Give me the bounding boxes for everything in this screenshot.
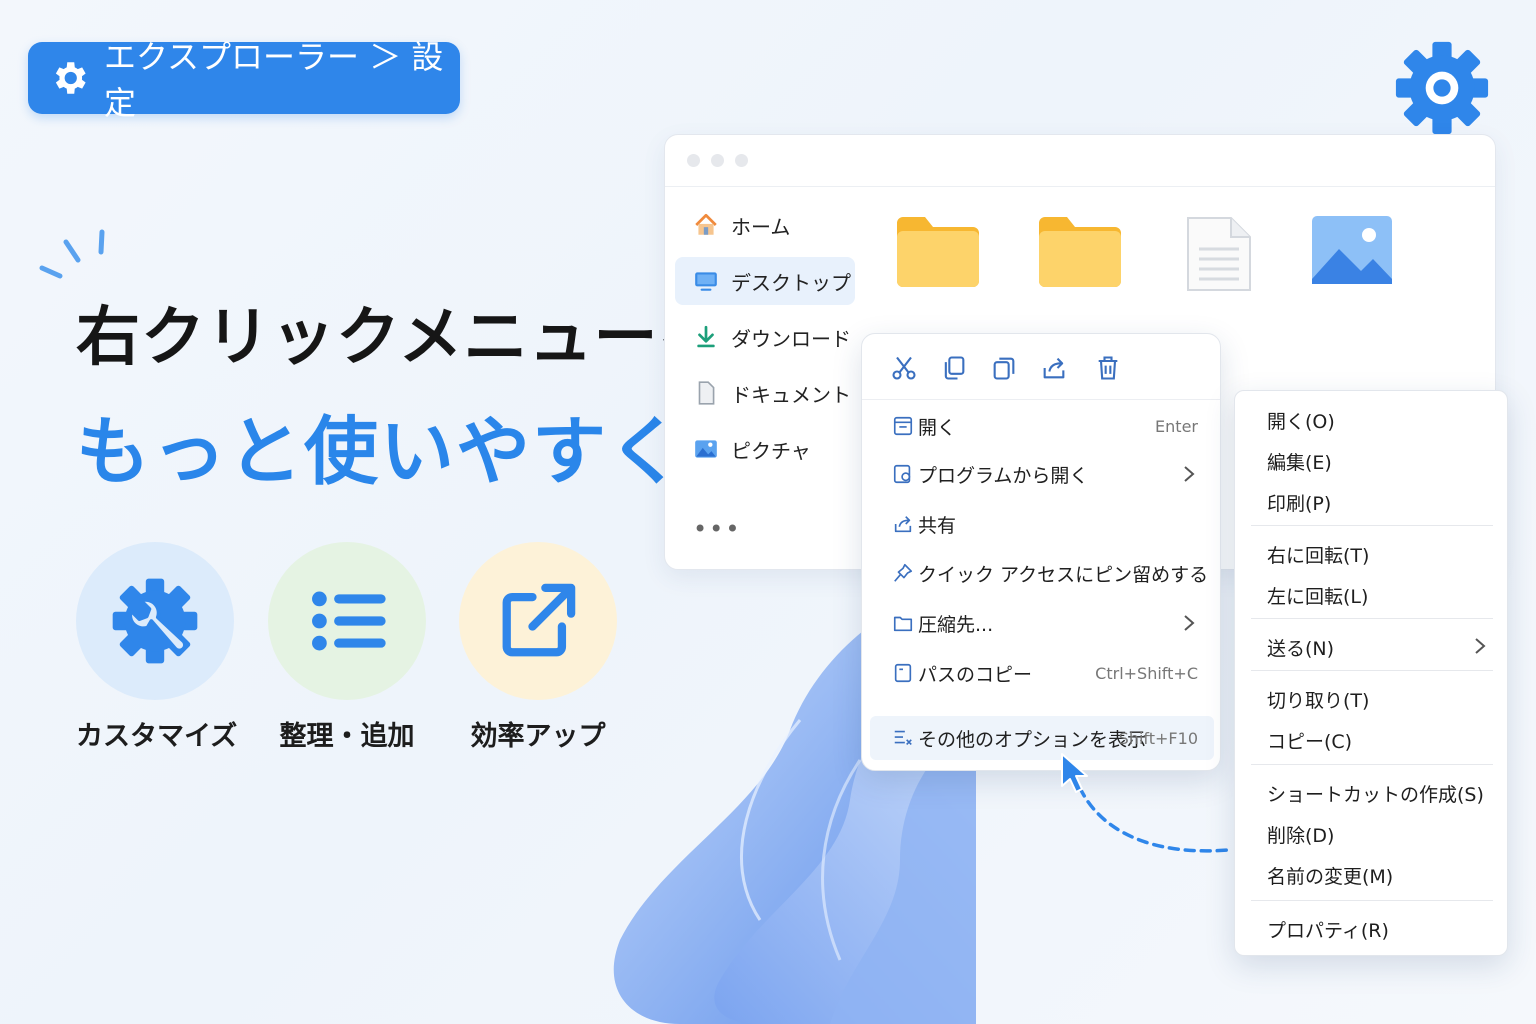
cut-icon[interactable] (890, 354, 918, 382)
list-icon (312, 591, 386, 651)
menu-item-label: プログラムから開く (918, 464, 1089, 487)
external-link-icon (502, 583, 576, 657)
mouse-cursor-icon (1061, 753, 1088, 793)
feature-organize-label: 整理・追加 (279, 721, 415, 752)
more-options-icon (894, 730, 912, 746)
menu-separator (1251, 764, 1493, 765)
headline-line-1: 右クリックメニューを (76, 301, 724, 375)
menu-item-label: パスのコピー (918, 663, 1033, 686)
headline-line-2: もっと使いやすく！ (76, 409, 760, 495)
copy-path-icon (894, 663, 912, 683)
classic-item-cut[interactable]: 切り取り(T) (1267, 686, 1369, 713)
share-icon (894, 516, 912, 533)
context-menu-toolbar (862, 334, 1220, 400)
gear-wrench-icon (112, 578, 198, 664)
sidebar-item-label: ダウンロード (731, 326, 851, 351)
share-icon[interactable] (1040, 354, 1068, 382)
menu-separator (1251, 670, 1493, 671)
image-file-icon[interactable] (1311, 215, 1393, 285)
classic-item-open[interactable]: 開く(O) (1267, 407, 1335, 434)
classic-item-rotate-right[interactable]: 右に回転(T) (1267, 541, 1369, 568)
picture-icon (695, 440, 717, 458)
window-dot-maximize[interactable] (735, 154, 748, 167)
chevron-right-icon (1475, 638, 1486, 654)
document-icon (698, 381, 715, 405)
download-icon (697, 325, 715, 348)
sidebar-item-documents[interactable]: ドキュメント (675, 369, 855, 417)
classic-item-rename[interactable]: 名前の変更(M) (1267, 862, 1393, 889)
settings-gear-icon (1395, 41, 1489, 135)
menu-separator (1251, 900, 1493, 901)
classic-item-properties[interactable]: プロパティ(R) (1267, 916, 1389, 943)
open-icon (893, 416, 913, 436)
sidebar-item-label: デスクトップ (731, 270, 851, 295)
desktop-icon (695, 272, 717, 291)
menu-item-label: 圧縮先... (918, 613, 994, 636)
menu-item-copy-path[interactable]: パスのコピー Ctrl+Shift+C (870, 651, 1214, 695)
home-icon (695, 213, 717, 235)
feature-organize: 整理・追加 (268, 542, 426, 753)
classic-context-menu: 開く(O) 編集(E) 印刷(P) 右に回転(T) 左に回転(L) 送る(N) … (1234, 390, 1508, 956)
window-dot-minimize[interactable] (711, 154, 724, 167)
feature-organize-circle (268, 542, 426, 700)
context-menu: 開く Enter プログラムから開く 共有 クイック アクセスにピン留めする 圧… (861, 333, 1221, 771)
feature-efficiency-label: 効率アップ (470, 721, 606, 752)
copy-icon[interactable] (940, 354, 968, 382)
title-bar (665, 135, 1495, 187)
sidebar-item-label: ピクチャ (731, 438, 811, 463)
classic-item-copy[interactable]: コピー(C) (1267, 727, 1352, 754)
shortcut-text: Enter (1155, 416, 1198, 436)
classic-item-send-to[interactable]: 送る(N) (1267, 634, 1334, 661)
feature-customize-label: カスタマイズ (76, 721, 238, 752)
sidebar-item-downloads[interactable]: ダウンロード (675, 313, 855, 361)
menu-item-label: クイック アクセスにピン留めする (918, 563, 1209, 586)
menu-item-label: 開く (918, 416, 957, 439)
folder-icon[interactable] (895, 215, 981, 289)
gear-icon (55, 62, 86, 94)
sparkle-decoration-icon (39, 229, 105, 279)
navigation-pane: ホーム デスクトップ ダウンロード ドキュメント ピクチャ (675, 201, 855, 481)
menu-item-open-with[interactable]: プログラムから開く (870, 452, 1214, 496)
paste-icon[interactable] (990, 354, 1018, 382)
breadcrumb-text: エクスプローラー ＞ 設定 (104, 38, 444, 122)
window-dot-close[interactable] (687, 154, 700, 167)
chevron-right-icon (1184, 466, 1195, 482)
menu-separator (1251, 618, 1493, 619)
text-file-icon[interactable] (1185, 215, 1253, 293)
chevron-right-icon (1184, 615, 1195, 631)
classic-item-delete[interactable]: 削除(D) (1267, 821, 1334, 848)
feature-efficiency: 効率アップ (459, 542, 617, 753)
classic-item-rotate-left[interactable]: 左に回転(L) (1267, 582, 1368, 609)
open-with-icon (893, 464, 911, 484)
sidebar-item-label: ホーム (731, 214, 791, 239)
delete-icon[interactable] (1094, 354, 1122, 382)
feature-efficiency-circle (459, 542, 617, 700)
menu-item-share[interactable]: 共有 (870, 502, 1214, 546)
sidebar-item-desktop[interactable]: デスクトップ (675, 257, 855, 305)
menu-item-pin-quick-access[interactable]: クイック アクセスにピン留めする (870, 551, 1214, 595)
menu-separator (1251, 525, 1493, 526)
feature-customize: カスタマイズ (76, 542, 238, 753)
folder-icon[interactable] (1037, 215, 1123, 289)
menu-item-open[interactable]: 開く Enter (870, 404, 1214, 448)
pin-icon (894, 563, 913, 582)
feature-customize-circle (76, 542, 234, 700)
menu-item-compress[interactable]: 圧縮先... (870, 601, 1214, 645)
classic-item-create-shortcut[interactable]: ショートカットの作成(S) (1267, 780, 1484, 807)
shortcut-text: Ctrl+Shift+C (1095, 663, 1198, 683)
sidebar-item-label: ドキュメント (731, 382, 851, 407)
classic-item-edit[interactable]: 編集(E) (1267, 448, 1332, 475)
classic-item-print[interactable]: 印刷(P) (1267, 489, 1331, 516)
menu-item-label: 共有 (918, 514, 957, 537)
breadcrumb: エクスプローラー ＞ 設定 (28, 38, 460, 122)
folder-outline-icon (893, 616, 913, 632)
sidebar-item-home[interactable]: ホーム (675, 201, 855, 249)
more-options-button[interactable]: ••• (693, 515, 741, 543)
sidebar-item-pictures[interactable]: ピクチャ (675, 425, 855, 473)
